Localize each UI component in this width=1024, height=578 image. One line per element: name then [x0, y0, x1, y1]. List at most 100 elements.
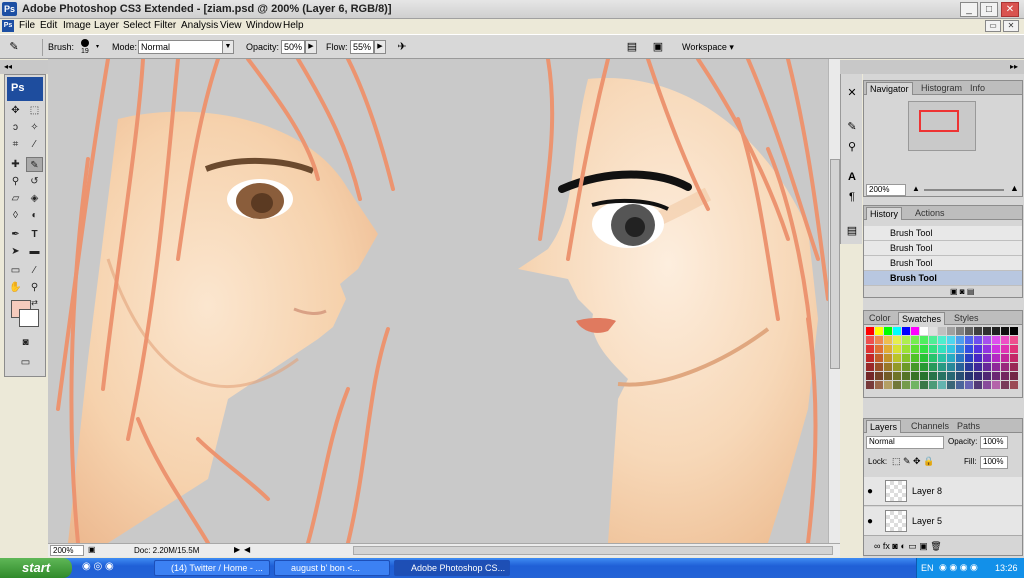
- navigator-view-box[interactable]: [919, 110, 959, 132]
- tab-styles[interactable]: Styles: [951, 312, 982, 325]
- background-color-swatch[interactable]: [19, 309, 39, 327]
- swatch-cell[interactable]: [992, 363, 1000, 371]
- swatch-cell[interactable]: [974, 354, 982, 362]
- history-brush-icon[interactable]: ↺: [26, 174, 43, 189]
- swatch-cell[interactable]: [974, 381, 982, 389]
- swatch-cell[interactable]: [929, 372, 937, 380]
- tab-paths[interactable]: Paths: [954, 420, 983, 433]
- status-info-icon[interactable]: ▣: [88, 545, 96, 554]
- swatch-cell[interactable]: [992, 372, 1000, 380]
- bridge-icon[interactable]: ▣: [650, 40, 666, 55]
- scroll-left-icon[interactable]: ◀: [244, 545, 250, 554]
- slice-icon[interactable]: ⁄: [26, 137, 43, 152]
- layer-row[interactable]: ● Layer 8: [864, 477, 1022, 506]
- swap-colors-icon[interactable]: ⇄: [26, 295, 43, 310]
- swatch-cell[interactable]: [875, 345, 883, 353]
- swatch-cell[interactable]: [920, 336, 928, 344]
- swatch-cell[interactable]: [893, 327, 901, 335]
- swatch-cell[interactable]: [920, 354, 928, 362]
- swatch-cell[interactable]: [875, 372, 883, 380]
- menu-image[interactable]: Image: [63, 20, 91, 31]
- shape-icon[interactable]: ▬: [26, 244, 43, 259]
- swatch-cell[interactable]: [983, 363, 991, 371]
- swatch-cell[interactable]: [992, 345, 1000, 353]
- swatch-cell[interactable]: [965, 336, 973, 344]
- stamp-icon[interactable]: ⚲: [7, 174, 24, 189]
- swatch-cell[interactable]: [929, 345, 937, 353]
- swatch-cell[interactable]: [911, 381, 919, 389]
- swatch-cell[interactable]: [902, 372, 910, 380]
- horizontal-scrollbar[interactable]: [353, 546, 833, 555]
- doc-close-button[interactable]: ✕: [1003, 20, 1019, 32]
- swatch-cell[interactable]: [1010, 354, 1018, 362]
- swatch-cell[interactable]: [992, 381, 1000, 389]
- doc-menu-icon[interactable]: Ps: [2, 20, 14, 32]
- menu-window[interactable]: Window: [246, 20, 282, 31]
- swatch-cell[interactable]: [983, 327, 991, 335]
- history-item[interactable]: Brush Tool: [864, 241, 1022, 256]
- swatch-cell[interactable]: [938, 336, 946, 344]
- menu-filter[interactable]: Filter: [154, 20, 176, 31]
- lasso-icon[interactable]: ↄ: [7, 120, 24, 135]
- swatch-cell[interactable]: [956, 336, 964, 344]
- swatch-cell[interactable]: [983, 345, 991, 353]
- screen-mode-icon[interactable]: ▭: [17, 355, 34, 370]
- swatch-cell[interactable]: [956, 327, 964, 335]
- zoom-in-icon[interactable]: ▲: [1010, 183, 1019, 193]
- swatch-cell[interactable]: [902, 363, 910, 371]
- swatch-cell[interactable]: [902, 336, 910, 344]
- swatch-cell[interactable]: [1010, 345, 1018, 353]
- swatch-cell[interactable]: [983, 372, 991, 380]
- swatch-cell[interactable]: [1001, 363, 1009, 371]
- swatch-cell[interactable]: [893, 354, 901, 362]
- eye-icon[interactable]: ●: [867, 486, 873, 497]
- swatch-cell[interactable]: [1010, 327, 1018, 335]
- palette-well-icon[interactable]: ▤: [624, 40, 640, 55]
- close-button[interactable]: ✕: [1001, 2, 1019, 17]
- swatch-cell[interactable]: [956, 363, 964, 371]
- tab-channels[interactable]: Channels: [908, 420, 952, 433]
- expand-icon[interactable]: ▸▸: [1010, 62, 1018, 71]
- quick-mask-icon[interactable]: ◙: [17, 335, 34, 350]
- swatch-cell[interactable]: [866, 345, 874, 353]
- swatch-cell[interactable]: [947, 345, 955, 353]
- move-icon[interactable]: ✥: [7, 103, 24, 118]
- swatch-cell[interactable]: [974, 327, 982, 335]
- lock-icons[interactable]: ⬚ ✎ ✥ 🔒: [892, 456, 934, 467]
- swatch-cell[interactable]: [911, 354, 919, 362]
- swatch-cell[interactable]: [938, 381, 946, 389]
- layer-actions-icons[interactable]: ∞ fx ◙ ◐ ▭ ▣ 🗑: [874, 541, 942, 552]
- swatch-cell[interactable]: [866, 372, 874, 380]
- layers-opacity-input[interactable]: 100%: [980, 436, 1008, 449]
- swatch-cell[interactable]: [884, 363, 892, 371]
- swatch-cell[interactable]: [938, 363, 946, 371]
- tab-history[interactable]: History: [866, 207, 903, 220]
- swatch-cell[interactable]: [893, 372, 901, 380]
- path-select-icon[interactable]: ➤: [7, 244, 24, 259]
- swatch-cell[interactable]: [1010, 372, 1018, 380]
- tab-info[interactable]: Info: [967, 82, 988, 95]
- swatch-cell[interactable]: [965, 372, 973, 380]
- swatch-cell[interactable]: [983, 336, 991, 344]
- swatch-cell[interactable]: [992, 327, 1000, 335]
- brush-icon[interactable]: ✎: [26, 157, 43, 172]
- taskbar-message[interactable]: august b' bon <...: [274, 560, 390, 576]
- swatch-cell[interactable]: [911, 336, 919, 344]
- swatch-cell[interactable]: [884, 381, 892, 389]
- opacity-input[interactable]: 50%: [281, 40, 305, 54]
- mode-dropdown-icon[interactable]: ▼: [222, 40, 234, 54]
- swatch-cell[interactable]: [1001, 381, 1009, 389]
- magic-wand-icon[interactable]: ✧: [26, 120, 43, 135]
- type-icon[interactable]: T: [26, 227, 43, 242]
- swatch-cell[interactable]: [983, 354, 991, 362]
- flow-slider-icon[interactable]: ▶: [374, 40, 386, 54]
- swatch-cell[interactable]: [974, 372, 982, 380]
- swatch-cell[interactable]: [875, 363, 883, 371]
- taskbar-twitter[interactable]: (14) Twitter / Home - ...: [154, 560, 270, 576]
- vertical-scrollbar[interactable]: [828, 59, 840, 543]
- swatch-cell[interactable]: [866, 354, 874, 362]
- flow-input[interactable]: 55%: [350, 40, 374, 54]
- swatch-cell[interactable]: [956, 354, 964, 362]
- brush-tool-preset-icon[interactable]: ✎: [6, 40, 22, 55]
- swatch-cell[interactable]: [875, 354, 883, 362]
